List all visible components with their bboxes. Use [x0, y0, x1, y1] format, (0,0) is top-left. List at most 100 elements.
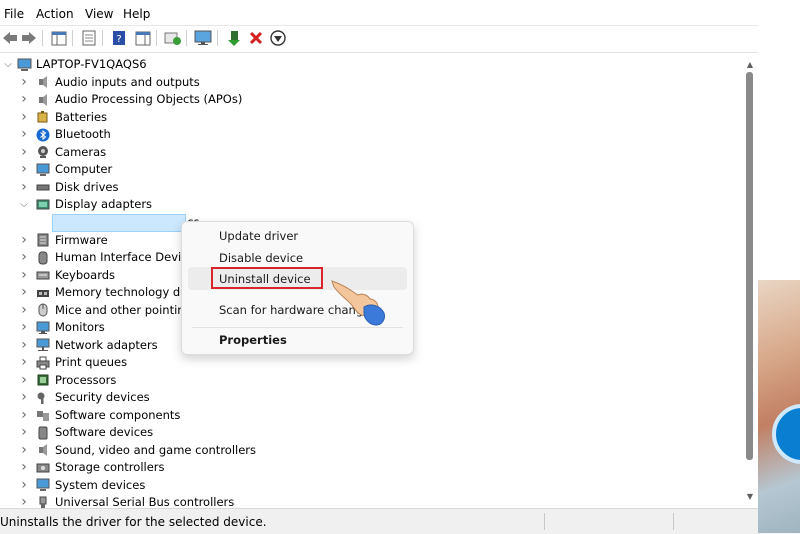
- menu-file[interactable]: File: [4, 7, 24, 21]
- show-hide-console-tree-icon[interactable]: [49, 28, 69, 48]
- chevron-right-icon[interactable]: ›: [19, 126, 29, 143]
- device-label: Keyboards: [55, 267, 116, 282]
- device-category-item[interactable]: › Cameras: [0, 144, 740, 161]
- scroll-thumb[interactable]: [746, 72, 753, 460]
- toolbar-separator: [102, 30, 103, 46]
- device-label: Human Interface Devices: [55, 250, 201, 264]
- properties-page-icon[interactable]: [79, 28, 99, 48]
- chevron-right-icon[interactable]: ›: [19, 267, 29, 284]
- device-category-item[interactable]: › Batteries: [0, 109, 740, 126]
- monitor-icon[interactable]: [193, 28, 213, 48]
- chevron-right-icon[interactable]: ›: [19, 144, 29, 161]
- chevron-right-icon[interactable]: ›: [19, 319, 29, 336]
- device-label: Display adapters: [55, 197, 153, 211]
- properties-menu-item[interactable]: Properties: [219, 333, 287, 347]
- device-label: Software components: [55, 407, 181, 422]
- vertical-scrollbar[interactable]: ▲ ▼: [742, 56, 758, 508]
- chevron-right-icon[interactable]: ›: [19, 74, 29, 91]
- toolbar-separator: [42, 30, 43, 46]
- chevron-down-icon[interactable]: ⌵: [19, 196, 29, 213]
- forward-arrow-icon[interactable]: [19, 28, 39, 48]
- usb-icon: [35, 495, 50, 508]
- device-category-item[interactable]: › Sound, video and game controllers: [0, 442, 740, 459]
- download-icon[interactable]: [268, 28, 288, 48]
- chevron-right-icon[interactable]: ›: [19, 424, 29, 441]
- status-divider: [544, 513, 545, 530]
- device-category-item[interactable]: › Disk drives: [0, 179, 740, 196]
- device-category-item[interactable]: › Audio Processing Objects (APOs): [0, 91, 740, 108]
- device-category-item[interactable]: › Software devices: [0, 424, 740, 441]
- add-legacy-hardware-icon[interactable]: [224, 28, 244, 48]
- device-category-item[interactable]: › Software components: [0, 407, 740, 424]
- device-label: Cameras: [55, 144, 107, 159]
- chevron-right-icon[interactable]: ›: [19, 494, 29, 508]
- back-arrow-icon[interactable]: [0, 28, 20, 48]
- device-label: Software devices: [55, 425, 154, 439]
- svg-text:?: ?: [116, 34, 121, 45]
- chevron-right-icon[interactable]: ›: [19, 91, 29, 108]
- chevron-right-icon[interactable]: ›: [19, 161, 29, 178]
- device-category-item[interactable]: ⌵ Display adapters: [0, 196, 740, 213]
- printer-icon: [35, 355, 50, 370]
- help-icon[interactable]: ?: [109, 28, 129, 48]
- computer-icon: [35, 162, 50, 177]
- device-category-item[interactable]: › Audio inputs and outputs: [0, 74, 740, 91]
- chevron-right-icon[interactable]: ›: [19, 302, 29, 319]
- chevron-down-icon[interactable]: ⌵: [3, 56, 13, 73]
- speaker-icon: [35, 443, 50, 458]
- device-label: Memory technology dev: [55, 285, 195, 299]
- chevron-right-icon[interactable]: ›: [19, 232, 29, 249]
- highlight-box: [211, 267, 323, 289]
- toolbar-separator: [72, 30, 73, 46]
- device-label: Computer: [55, 162, 113, 176]
- menu-action[interactable]: Action: [36, 7, 74, 21]
- chevron-right-icon[interactable]: ›: [19, 442, 29, 459]
- chevron-right-icon[interactable]: ›: [19, 389, 29, 406]
- chevron-right-icon[interactable]: ›: [19, 354, 29, 371]
- chevron-right-icon[interactable]: ›: [19, 337, 29, 354]
- memory-icon: [35, 285, 50, 300]
- device-category-item[interactable]: › Processors: [0, 372, 740, 389]
- disable-device-menu-item[interactable]: Disable device: [219, 251, 303, 265]
- update-driver-icon[interactable]: [163, 28, 183, 48]
- pointing-hand-icon: [328, 273, 388, 327]
- tree-root[interactable]: ⌵ LAPTOP-FV1QAQS6: [0, 56, 740, 73]
- chevron-right-icon[interactable]: ›: [19, 459, 29, 476]
- chevron-right-icon[interactable]: ›: [19, 109, 29, 126]
- storage-controller-icon: [35, 460, 50, 475]
- toolbar-separator: [156, 30, 157, 46]
- toolbar-separator: [186, 30, 187, 46]
- chevron-right-icon[interactable]: ›: [19, 477, 29, 494]
- update-driver-menu-item[interactable]: Update driver: [219, 229, 298, 243]
- device-label: Monitors: [55, 320, 105, 334]
- device-label: Storage controllers: [55, 460, 165, 474]
- device-label: Universal Serial Bus controllers: [55, 495, 235, 508]
- scroll-down-arrow-icon[interactable]: ▼: [745, 492, 755, 502]
- scroll-up-arrow-icon[interactable]: ▲: [745, 60, 755, 70]
- chevron-right-icon[interactable]: ›: [19, 284, 29, 301]
- display-adapter-icon: [35, 197, 50, 212]
- device-category-item[interactable]: › Print queues: [0, 354, 740, 371]
- uninstall-device-icon[interactable]: [246, 28, 266, 48]
- chevron-right-icon[interactable]: ›: [19, 179, 29, 196]
- menu-bar: File Action View Help: [0, 3, 758, 25]
- device-category-item[interactable]: › Security devices: [0, 389, 740, 406]
- keyboard-icon: [35, 268, 50, 283]
- chevron-right-icon[interactable]: ›: [19, 249, 29, 266]
- menu-view[interactable]: View: [85, 7, 113, 21]
- device-category-item[interactable]: › System devices: [0, 477, 740, 494]
- device-category-item[interactable]: › Computer: [0, 161, 740, 178]
- chevron-right-icon[interactable]: ›: [19, 407, 29, 424]
- toolbar: ?: [0, 25, 758, 53]
- device-category-item[interactable]: › Bluetooth: [0, 126, 740, 143]
- action-pane-icon[interactable]: [133, 28, 153, 48]
- device-category-item[interactable]: › Storage controllers: [0, 459, 740, 476]
- device-category-item[interactable]: › Universal Serial Bus controllers: [0, 494, 740, 508]
- device-label: Security devices: [55, 390, 150, 404]
- menu-help[interactable]: Help: [123, 7, 150, 21]
- bluetooth-icon: [35, 127, 50, 142]
- speaker-icon: [35, 92, 50, 107]
- mouse-icon: [35, 303, 50, 318]
- chevron-right-icon[interactable]: ›: [19, 372, 29, 389]
- security-key-icon: [35, 390, 50, 405]
